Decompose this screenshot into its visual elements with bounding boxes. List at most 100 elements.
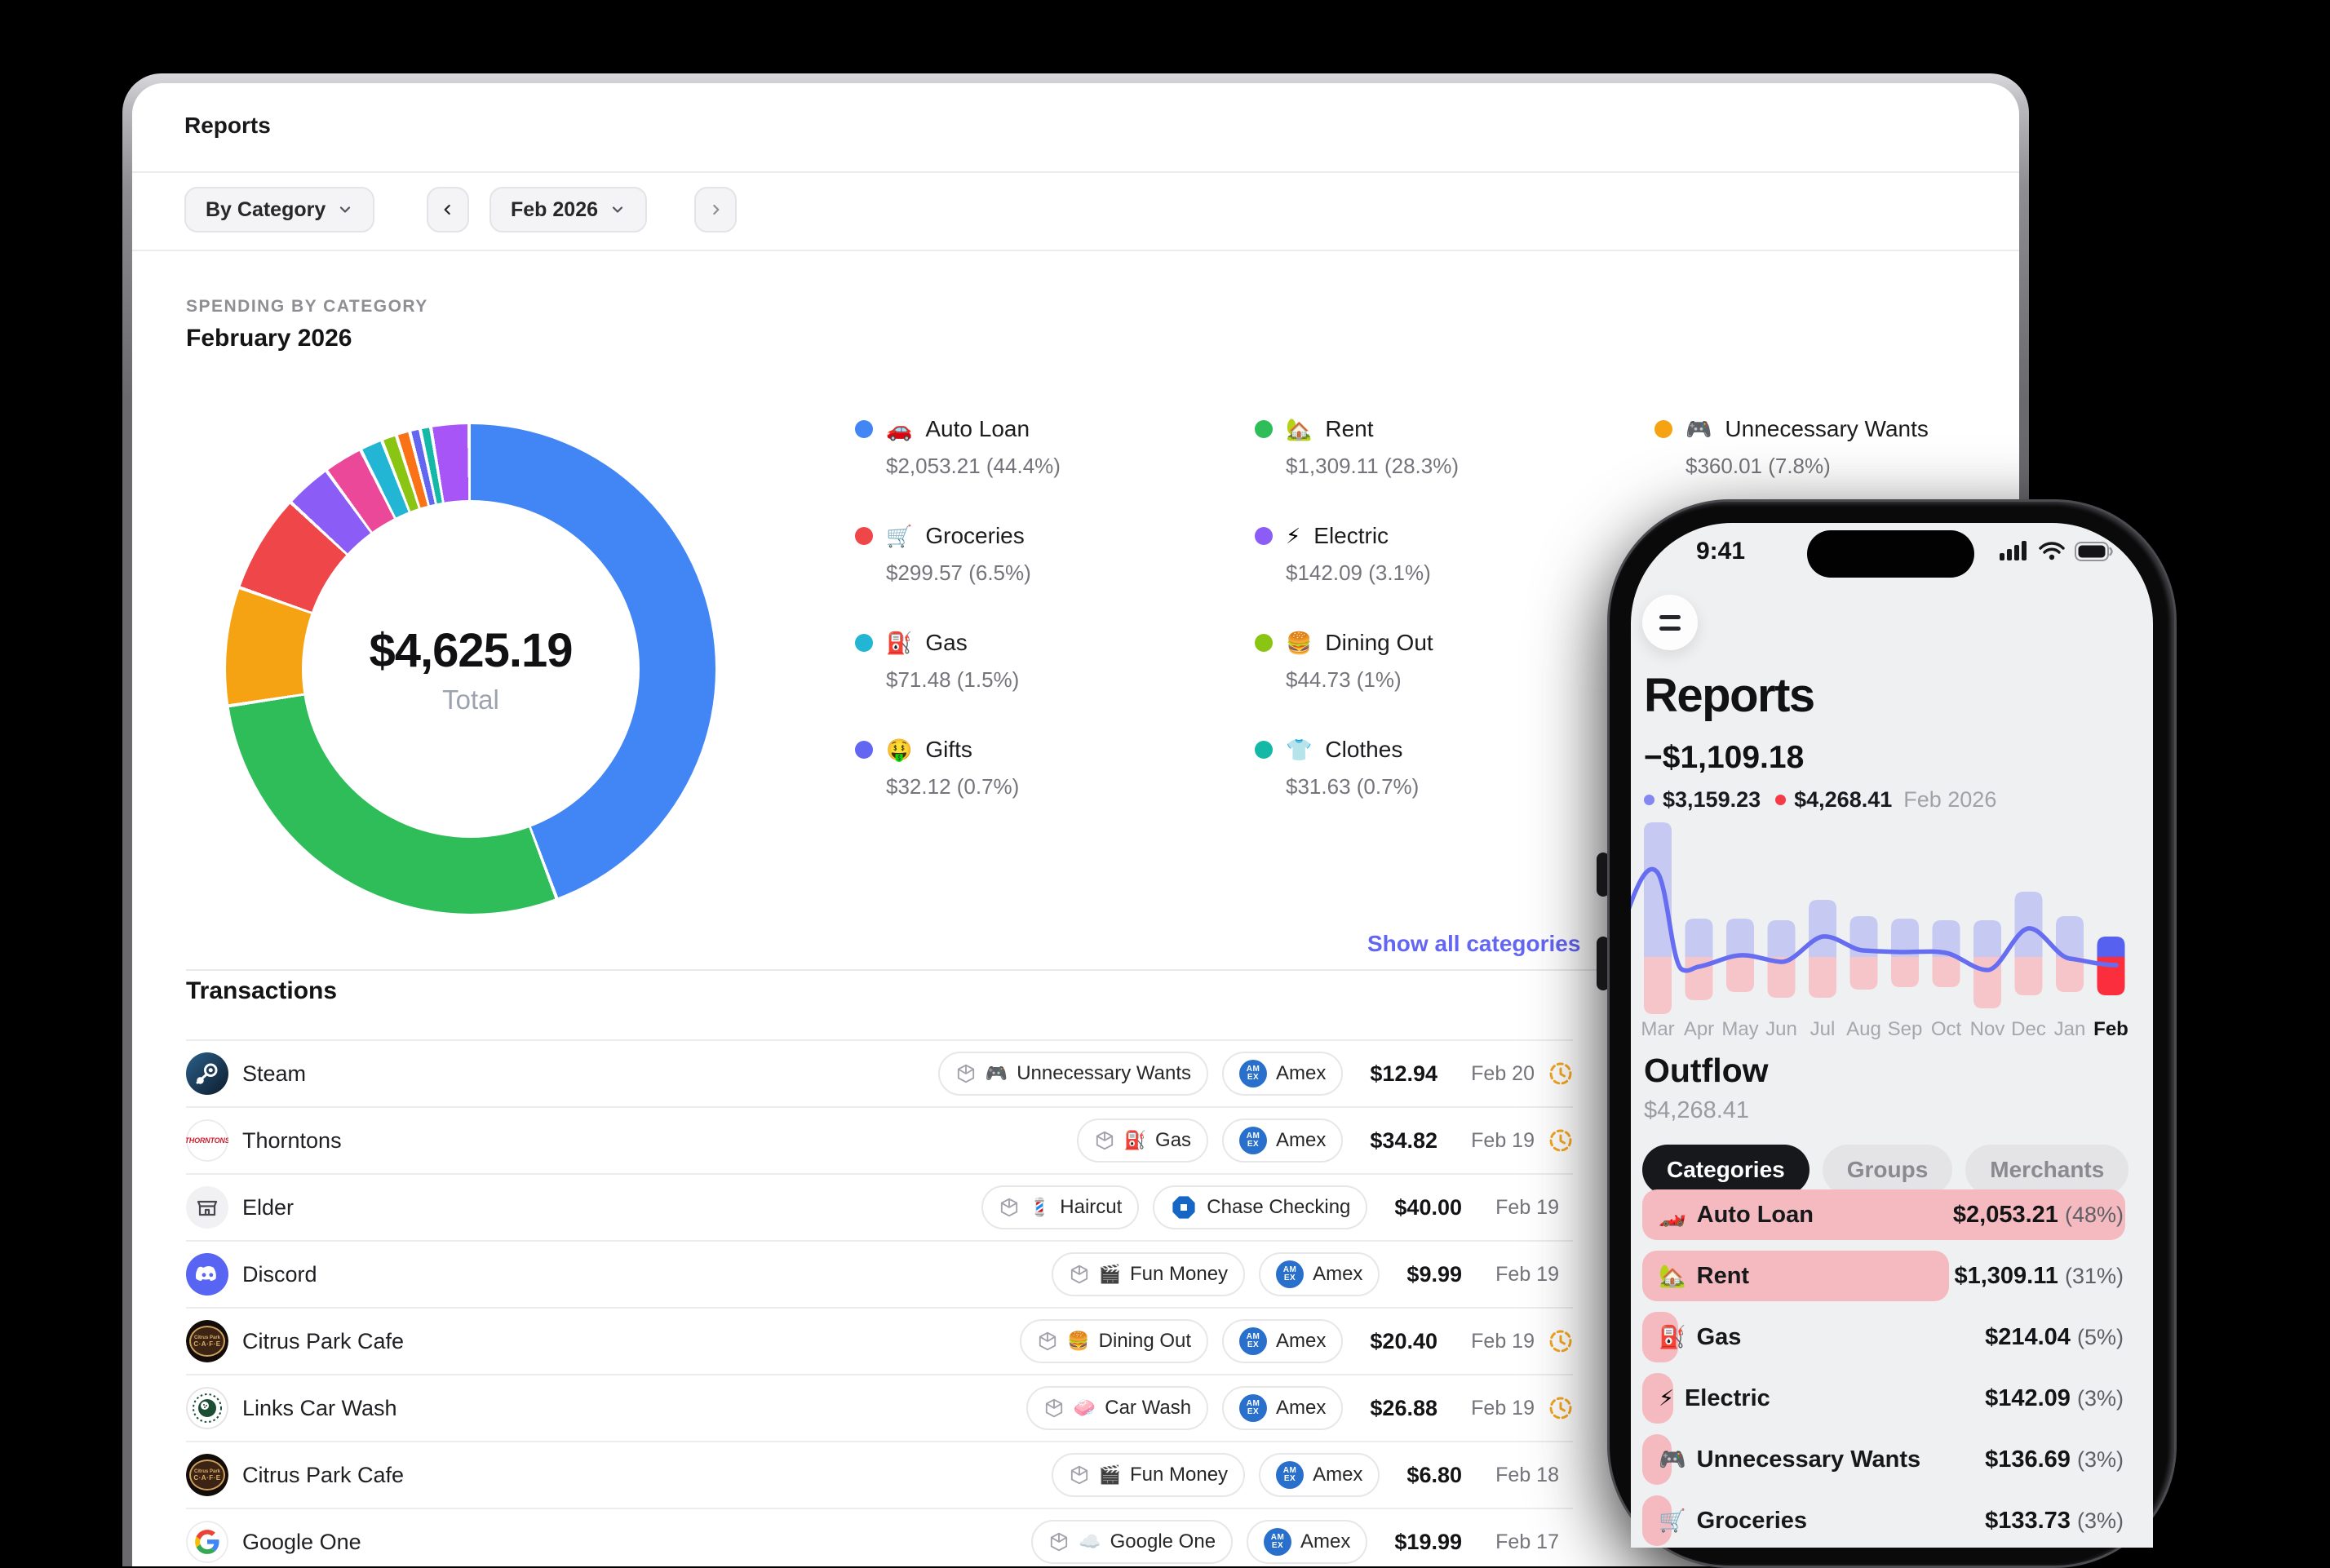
transaction-details: 🎮Unnecessary Wants AMEXAmex $12.94 Feb 2… (938, 1052, 1573, 1096)
account-chip[interactable]: AMEXAmex (1247, 1520, 1367, 1564)
transaction-row[interactable]: Google One ☁️Google One AMEXAmex $19.99 … (186, 1509, 1573, 1566)
category-emoji-icon: 🎬 (1099, 1466, 1121, 1484)
outflow-category-row-unnecessary-wants[interactable]: 🎮 Unnecessary Wants $136.69 (3%) (1642, 1434, 2125, 1485)
outflow-category-row-groceries[interactable]: 🛒 Groceries $133.73 (3%) (1642, 1495, 2125, 1546)
transaction-row[interactable]: Citrus Park C·A·F·E Citrus Park Cafe 🍔Di… (186, 1309, 1573, 1375)
category-label: Gas (1155, 1129, 1191, 1152)
account-chip[interactable]: AMEXAmex (1222, 1386, 1343, 1430)
monthly-cashflow-chart[interactable]: MarAprMayJunJulAugSepOctNovDecJanFeb (1631, 810, 2153, 1052)
transaction-date: Feb 20 (1464, 1062, 1535, 1086)
category-amount: $136.69 (3%) (1985, 1446, 2125, 1473)
category-chip[interactable]: 💈Haircut (981, 1185, 1139, 1229)
tab-categories[interactable]: Categories (1642, 1145, 1810, 1195)
category-chip[interactable]: ⛽Gas (1077, 1118, 1208, 1163)
account-label: Amex (1300, 1530, 1350, 1553)
legend-item-gas[interactable]: ⛽ Gas $71.48 (1.5%) (855, 630, 1238, 693)
category-chip[interactable]: ☁️Google One (1031, 1520, 1233, 1564)
inflow-outflow-legend: $3,159.23 $4,268.41 Feb 2026 (1644, 787, 1996, 813)
legend-label: Dining Out (1325, 630, 1433, 656)
spending-period-title: February 2026 (186, 325, 352, 352)
bar-outflow-Oct (1933, 957, 1960, 987)
category-emoji-icon: 🤑 (886, 739, 912, 760)
transaction-amount: $19.99 (1394, 1530, 1462, 1555)
menu-button[interactable] (1642, 595, 1698, 650)
category-chip[interactable]: 🎬Fun Money (1052, 1252, 1245, 1296)
bar-inflow-Jun (1768, 920, 1796, 957)
legend-color-dot (855, 527, 873, 545)
bar-outflow-Dec (2015, 957, 2043, 995)
bar-outflow-Aug (1850, 957, 1878, 990)
merchant-avatar: Citrus Park C·A·F·E (186, 1320, 228, 1362)
account-chip[interactable]: AMEXAmex (1222, 1052, 1343, 1096)
legend-item-rent[interactable]: 🏡 Rent $1,309.11 (28.3%) (1255, 416, 1638, 479)
transaction-row[interactable]: Citrus Park C·A·F·E Citrus Park Cafe 🎬Fu… (186, 1442, 1573, 1509)
spending-donut-chart[interactable]: $4,625.19 Total (226, 424, 715, 914)
chase-logo (1170, 1194, 1198, 1221)
category-emoji-icon: 👕 (1286, 739, 1312, 760)
outflow-category-row-auto-loan[interactable]: 🏎️ Auto Loan $2,053.21 (48%) (1642, 1189, 2125, 1240)
month-label-Feb: Feb (2093, 1018, 2128, 1040)
transaction-row[interactable]: Steam 🎮Unnecessary Wants AMEXAmex $12.94… (186, 1041, 1573, 1108)
account-label: Amex (1313, 1464, 1362, 1486)
category-label: Gas (1697, 1324, 1742, 1351)
account-label: Amex (1276, 1397, 1326, 1420)
legend-amount: $360.01 (7.8%) (1685, 454, 2019, 479)
account-chip[interactable]: AMEXAmex (1259, 1252, 1380, 1296)
category-amount: $142.09 (3%) (1985, 1385, 2125, 1412)
phone-page-title: Reports (1644, 668, 1814, 723)
transaction-amount: $20.40 (1370, 1329, 1437, 1354)
legend-item-electric[interactable]: ⚡ Electric $142.09 (3.1%) (1255, 523, 1638, 586)
tab-groups[interactable]: Groups (1823, 1145, 1953, 1195)
account-label: Amex (1276, 1062, 1326, 1085)
legend-item-unnecessary-wants[interactable]: 🎮 Unnecessary Wants $360.01 (7.8%) (1654, 416, 2019, 479)
period-dropdown[interactable]: Feb 2026 (489, 187, 647, 233)
category-chip[interactable]: 🎬Fun Money (1052, 1453, 1245, 1497)
next-period-button[interactable] (694, 187, 737, 233)
outflow-section-amount: $4,268.41 (1644, 1097, 1749, 1124)
prev-period-button[interactable] (427, 187, 469, 233)
category-emoji-icon: 🛒 (886, 525, 912, 547)
legend-item-dining-out[interactable]: 🍔 Dining Out $44.73 (1%) (1255, 630, 1638, 693)
merchant-name: Elder (242, 1195, 294, 1220)
inflow-color-dot (1644, 795, 1654, 805)
month-label-May: May (1721, 1018, 1758, 1040)
legend-item-auto-loan[interactable]: 🚗 Auto Loan $2,053.21 (44.4%) (855, 416, 1238, 479)
legend-label: Gas (925, 630, 967, 656)
category-emoji-icon: 🛒 (1659, 1510, 1686, 1532)
category-chip[interactable]: 🧼Car Wash (1026, 1386, 1208, 1430)
category-chip[interactable]: 🍔Dining Out (1020, 1319, 1208, 1363)
legend-item-clothes[interactable]: 👕 Clothes $31.63 (0.7%) (1255, 737, 1638, 800)
merchant-avatar (186, 1387, 228, 1429)
month-label-Jan: Jan (2054, 1018, 2086, 1040)
outflow-amount: $4,268.41 (1794, 787, 1892, 813)
cellular-signal-icon (2000, 541, 2029, 562)
category-box-icon (1043, 1397, 1065, 1419)
month-label-Dec: Dec (2011, 1018, 2046, 1040)
group-by-dropdown[interactable]: By Category (184, 187, 374, 233)
tab-merchants[interactable]: Merchants (1965, 1145, 2128, 1195)
merchant-name: Discord (242, 1262, 317, 1287)
account-chip[interactable]: AMEXAmex (1222, 1319, 1343, 1363)
chevron-right-icon (707, 202, 724, 218)
pending-clock-icon (1548, 1061, 1573, 1086)
transaction-row[interactable]: THORNTONS Thorntons ⛽Gas AMEXAmex $34.82… (186, 1108, 1573, 1175)
legend-item-gifts[interactable]: 🤑 Gifts $32.12 (0.7%) (855, 737, 1238, 800)
category-amount: $1,309.11 (31%) (1954, 1263, 2125, 1290)
outflow-category-row-rent[interactable]: 🏡 Rent $1,309.11 (31%) (1642, 1251, 2125, 1301)
period-label: Feb 2026 (511, 198, 598, 222)
transaction-row[interactable]: Links Car Wash 🧼Car Wash AMEXAmex $26.88… (186, 1375, 1573, 1442)
show-all-categories-link[interactable]: Show all categories (1362, 930, 1621, 958)
category-chip[interactable]: 🎮Unnecessary Wants (938, 1052, 1208, 1096)
outflow-category-row-electric[interactable]: ⚡ Electric $142.09 (3%) (1642, 1373, 2125, 1424)
legend-item-groceries[interactable]: 🛒 Groceries $299.57 (6.5%) (855, 523, 1238, 586)
account-chip[interactable]: AMEXAmex (1259, 1453, 1380, 1497)
category-label: Groceries (1697, 1508, 1807, 1535)
legend-amount: $44.73 (1%) (1286, 667, 1638, 693)
amex-logo: AMEX (1276, 1260, 1304, 1288)
account-chip[interactable]: Chase Checking (1153, 1185, 1367, 1229)
transaction-row[interactable]: Elder 💈Haircut Chase Checking $40.00 Feb… (186, 1175, 1573, 1242)
account-chip[interactable]: AMEXAmex (1222, 1118, 1343, 1163)
outflow-category-row-gas[interactable]: ⛽ Gas $214.04 (5%) (1642, 1312, 2125, 1362)
transaction-row[interactable]: Discord 🎬Fun Money AMEXAmex $9.99 Feb 19 (186, 1242, 1573, 1309)
category-box-icon (1037, 1331, 1058, 1352)
